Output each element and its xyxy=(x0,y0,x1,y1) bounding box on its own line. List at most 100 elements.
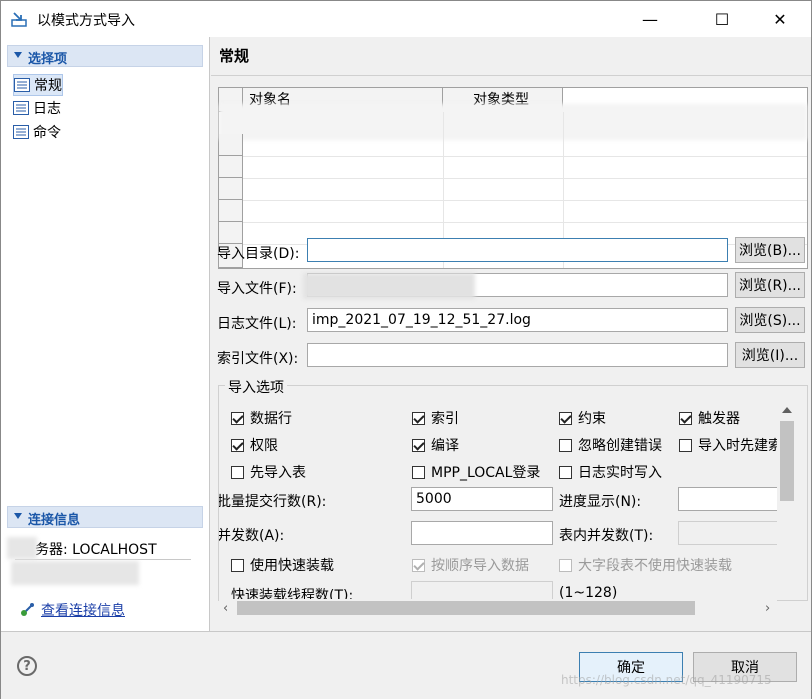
ignore-create-error-checkbox[interactable]: 忽略创建错误 xyxy=(559,435,662,455)
divider xyxy=(211,75,811,76)
parallel-input[interactable] xyxy=(411,521,553,545)
redacted-area xyxy=(303,273,475,299)
close-button[interactable]: ✕ xyxy=(757,1,803,37)
table-first-checkbox[interactable]: 先导入表 xyxy=(231,462,306,482)
list-icon xyxy=(13,101,29,115)
checkbox-box[interactable] xyxy=(412,411,425,425)
checkbox-box[interactable] xyxy=(559,558,572,572)
data-rows-checkbox[interactable]: 数据行 xyxy=(231,408,292,428)
row-header[interactable] xyxy=(219,134,243,156)
checkbox-label: 编译 xyxy=(431,438,459,454)
checkbox-box[interactable] xyxy=(412,465,425,479)
view-connection-link[interactable]: 查看连接信息 xyxy=(19,600,125,620)
sidebar-item-log[interactable]: 日志 xyxy=(13,98,61,118)
lob-no-fast-load-checkbox[interactable]: 大字段表不使用快速装载 xyxy=(559,555,732,575)
horizontal-scrollbar[interactable]: ‹ › xyxy=(219,599,777,617)
browse-log-button[interactable]: 浏览(S)... xyxy=(735,307,805,333)
progress-input[interactable] xyxy=(678,487,777,511)
checkbox-label: 触发器 xyxy=(698,411,740,427)
window-title: 以模式方式导入 xyxy=(37,13,135,29)
realtime-log-checkbox[interactable]: 日志实时写入 xyxy=(559,462,662,482)
progress-label: 进度显示(N): xyxy=(559,494,642,510)
import-dir-input[interactable] xyxy=(307,238,728,262)
sidebar-item-general[interactable]: 常规 xyxy=(13,74,63,96)
checkbox-box[interactable] xyxy=(679,411,692,425)
checkbox-box[interactable] xyxy=(559,438,572,452)
import-dir-label: 导入目录(D): xyxy=(217,246,300,262)
sequential-import-checkbox[interactable]: 按顺序导入数据 xyxy=(412,555,529,575)
checkbox-label: 数据行 xyxy=(250,411,292,427)
row-line xyxy=(243,156,807,157)
sidebar-item-label: 命令 xyxy=(33,125,61,141)
checkbox-label: 索引 xyxy=(431,411,459,427)
import-app-icon xyxy=(11,12,27,27)
collapse-triangle-icon xyxy=(14,52,22,58)
redacted-area xyxy=(219,104,807,140)
fast-threads-label: 快速装载线程数(T): xyxy=(231,588,354,599)
log-file-input[interactable]: imp_2021_07_19_12_51_27.log xyxy=(307,308,728,332)
row-header[interactable] xyxy=(219,200,243,222)
row-line xyxy=(243,178,807,179)
checkbox-box[interactable] xyxy=(412,438,425,452)
checkbox-box[interactable] xyxy=(559,411,572,425)
scroll-up-icon[interactable] xyxy=(782,407,792,413)
server-info: 务器: LOCALHOST xyxy=(15,537,191,560)
checkbox-box[interactable] xyxy=(231,465,244,479)
group-title: 导入选项 xyxy=(225,377,287,397)
checkbox-box[interactable] xyxy=(231,438,244,452)
section-header-options[interactable]: 选择项 xyxy=(7,45,203,67)
scroll-left-icon[interactable]: ‹ xyxy=(223,601,228,616)
mpp-local-checkbox[interactable]: MPP_LOCAL登录 xyxy=(412,462,540,482)
row-line xyxy=(243,222,807,223)
checkbox-label: 权限 xyxy=(250,438,278,454)
list-icon xyxy=(13,125,29,139)
maximize-button[interactable]: ☐ xyxy=(699,1,745,37)
scroll-right-icon[interactable]: › xyxy=(765,601,770,616)
section-header-connection[interactable]: 连接信息 xyxy=(7,506,203,528)
row-header[interactable] xyxy=(219,156,243,178)
vertical-scrollbar[interactable] xyxy=(777,401,797,599)
page-title: 常规 xyxy=(219,47,250,65)
main-panel: 常规 对象名 对象类型 导入目录(D): 浏览(B)... 导入文件(F): 浏… xyxy=(211,37,811,631)
scroll-thumb[interactable] xyxy=(237,601,695,615)
table-parallel-input[interactable] xyxy=(678,521,777,545)
minimize-button[interactable]: — xyxy=(627,1,673,37)
checkbox-box[interactable] xyxy=(559,465,572,479)
sidebar-item-command[interactable]: 命令 xyxy=(13,122,61,142)
section-label: 选择项 xyxy=(28,52,68,67)
help-icon[interactable]: ? xyxy=(17,656,37,676)
checkbox-box[interactable] xyxy=(231,411,244,425)
watermark: https://blog.csdn.net/qq_41190715 xyxy=(561,673,772,687)
checkbox-label: MPP_LOCAL登录 xyxy=(431,465,541,481)
checkbox-label: 按顺序导入数据 xyxy=(431,558,529,574)
index-file-input[interactable] xyxy=(307,343,728,367)
index-checkbox[interactable]: 索引 xyxy=(412,408,459,428)
row-header[interactable] xyxy=(219,178,243,200)
browse-index-button[interactable]: 浏览(I)... xyxy=(735,342,805,368)
import-file-label: 导入文件(F): xyxy=(217,281,297,297)
options-viewport: 数据行 索引 约束 触发器 权限 编译 忽略创建错误 导入时先建索 先导入表 M… xyxy=(219,401,777,599)
redacted-area xyxy=(11,561,139,585)
checkbox-box[interactable] xyxy=(412,558,425,572)
index-first-checkbox[interactable]: 导入时先建索 xyxy=(679,435,777,455)
browse-file-button[interactable]: 浏览(R)... xyxy=(735,272,805,298)
log-file-label: 日志文件(L): xyxy=(217,316,297,332)
browse-dir-button[interactable]: 浏览(B)... xyxy=(735,237,805,263)
checkbox-box[interactable] xyxy=(679,438,692,452)
constraint-checkbox[interactable]: 约束 xyxy=(559,408,606,428)
connection-icon xyxy=(21,603,34,616)
checkbox-box[interactable] xyxy=(231,558,244,572)
fast-load-checkbox[interactable]: 使用快速装载 xyxy=(231,555,334,575)
scroll-thumb[interactable] xyxy=(780,421,794,501)
row-header[interactable] xyxy=(219,222,243,244)
privilege-checkbox[interactable]: 权限 xyxy=(231,435,278,455)
checkbox-label: 忽略创建错误 xyxy=(578,438,662,454)
compile-checkbox[interactable]: 编译 xyxy=(412,435,459,455)
checkbox-label: 约束 xyxy=(578,411,606,427)
checkbox-label: 日志实时写入 xyxy=(578,465,662,481)
import-dialog: 以模式方式导入 — ☐ ✕ 选择项 常规 日志 命令 连接信息 务器: LOCA… xyxy=(0,0,812,699)
fast-threads-input[interactable] xyxy=(411,581,553,599)
trigger-checkbox[interactable]: 触发器 xyxy=(679,408,740,428)
button-bar: ? 确定 取消 xyxy=(1,631,811,699)
batch-input[interactable]: 5000 xyxy=(411,487,553,511)
